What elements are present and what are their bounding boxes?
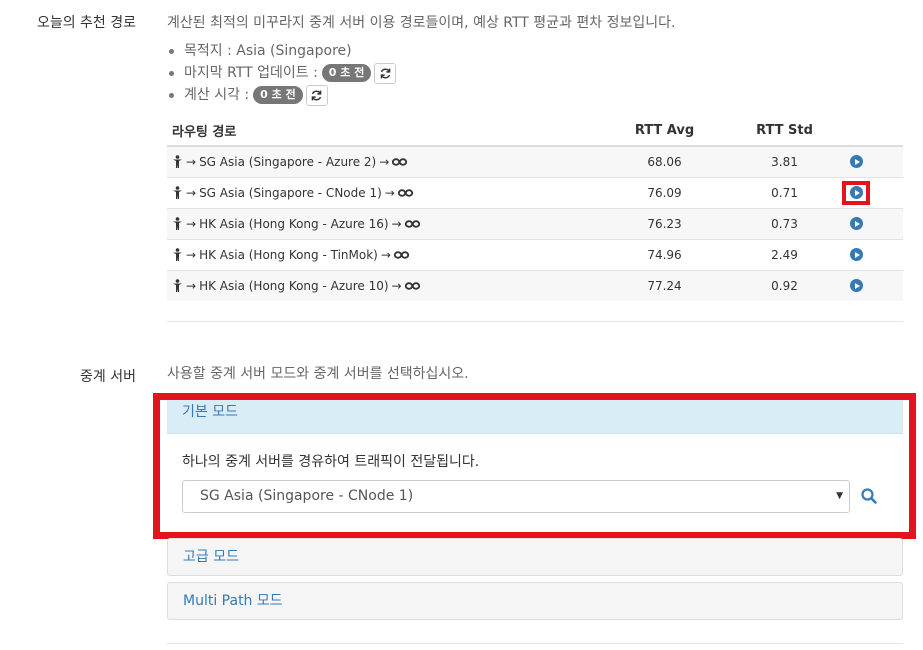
play-icon [849, 186, 863, 199]
person-icon [172, 248, 183, 261]
arrow: → [186, 154, 197, 169]
arrow: → [186, 185, 197, 200]
refresh-icon [311, 90, 322, 100]
rtt-avg-cell: 76.09 [597, 176, 727, 208]
infinity-icon [404, 219, 420, 228]
infinity-icon [404, 282, 420, 290]
section-divider [167, 321, 903, 322]
person-icon [172, 217, 183, 230]
rtt-avg-cell: 74.96 [597, 238, 727, 270]
rtt-avg-header: RTT Avg [597, 115, 727, 147]
last-update-badge: 0 초 전 [321, 64, 372, 82]
rtt-avg-cell: 77.24 [597, 269, 727, 301]
bottom-divider [167, 643, 903, 644]
play-button[interactable] [842, 274, 870, 298]
table-row: → SG Asia (Singapore - Azure 2) → 68.06 3.81 [167, 145, 903, 177]
recommend-label: 오늘의 추천 경로 [36, 15, 136, 31]
recommend-description: 계산된 최적의 미꾸라지 중계 서버 이용 경로들이며, 예상 RTT 평균과 … [167, 15, 676, 31]
rtt-avg-cell: 76.23 [597, 207, 727, 239]
rtt-std-cell: 2.49 [727, 238, 837, 270]
route-cell: → SG Asia (Singapore - CNode 1) → [167, 176, 597, 208]
infinity-icon [393, 250, 409, 259]
table-row: → SG Asia (Singapore - CNode 1) → 76.09 0.71 [167, 176, 903, 208]
arrow: → [380, 247, 391, 262]
route-name: HK Asia (Hong Kong - Azure 10) [199, 278, 389, 293]
table-row: → HK Asia (Hong Kong - TinMok) → 74.96 2.49 [167, 238, 903, 270]
play-icon [849, 279, 863, 293]
play-button[interactable] [842, 150, 870, 174]
arrow: → [186, 216, 197, 231]
route-header: 라우팅 경로 [167, 115, 597, 147]
action-cell [837, 176, 903, 208]
play-icon [849, 248, 863, 261]
play-icon [849, 217, 863, 230]
last-update-label: 마지막 RTT 업데이트 : [184, 65, 318, 81]
destination-item: 목적지 : Asia (Singapore) [167, 40, 396, 62]
calc-time-label: 계산 시각 : [184, 87, 250, 103]
action-cell [837, 269, 903, 301]
person-icon [172, 279, 183, 293]
calc-time-badge: 0 초 전 [253, 86, 303, 104]
rtt-std-cell: 0.73 [727, 207, 837, 239]
arrow: → [379, 154, 390, 169]
table-row: → HK Asia (Hong Kong - Azure 16) → 76.23 0.7… [167, 207, 903, 239]
rtt-std-cell: 3.81 [727, 145, 837, 177]
relay-label: 중계 서버 [80, 369, 136, 385]
rtt-std-header: RTT Std [727, 115, 837, 147]
route-cell: → SG Asia (Singapore - Azure 2) → [167, 145, 597, 177]
play-button[interactable] [842, 180, 870, 205]
route-info-list: 목적지 : Asia (Singapore) 마지막 RTT 업데이트 : 0 … [167, 40, 397, 106]
route-cell: → HK Asia (Hong Kong - TinMok) → [167, 238, 597, 270]
bullet [169, 92, 174, 98]
last-update-item: 마지막 RTT 업데이트 : 0 초 전 [167, 62, 397, 84]
action-cell [837, 145, 903, 177]
relay-description: 사용할 중계 서버 모드와 중계 서버를 선택하십시오. [167, 366, 469, 382]
calc-time-item: 계산 시각 : 0 초 전 [167, 84, 396, 106]
multipath-mode-panel[interactable]: Multi Path 모드 [167, 582, 903, 620]
advanced-mode-panel[interactable]: 고급 모드 [167, 538, 903, 576]
destination-text: 목적지 : Asia (Singapore) [184, 43, 352, 59]
table-header-row: 라우팅 경로 RTT Avg RTT Std [167, 115, 903, 147]
refresh-rtt-button[interactable] [374, 62, 397, 84]
routes-table: 라우팅 경로 RTT Avg RTT Std → SG Asia (Singapo… [167, 115, 903, 301]
action-cell [837, 207, 903, 239]
play-button[interactable] [842, 212, 870, 236]
bullet [169, 48, 174, 54]
arrow: → [186, 278, 197, 293]
route-name: HK Asia (Hong Kong - Azure 16) [199, 216, 389, 231]
route-name: SG Asia (Singapore - CNode 1) [199, 185, 382, 200]
play-button[interactable] [842, 243, 870, 267]
arrow: → [391, 216, 402, 231]
infinity-icon [397, 188, 413, 197]
infinity-icon [392, 158, 408, 166]
refresh-calc-button[interactable] [305, 84, 328, 106]
route-name: HK Asia (Hong Kong - TinMok) [199, 247, 378, 262]
person-icon [172, 155, 183, 169]
route-cell: → HK Asia (Hong Kong - Azure 10) → [167, 269, 597, 301]
arrow: → [186, 247, 197, 262]
play-icon [849, 155, 863, 169]
rtt-std-cell: 0.71 [727, 176, 837, 208]
bullet [169, 70, 174, 76]
refresh-icon [380, 68, 391, 78]
route-name: SG Asia (Singapore - Azure 2) [199, 154, 377, 169]
rtt-avg-cell: 68.06 [597, 145, 727, 177]
person-icon [172, 186, 183, 199]
action-header [837, 115, 903, 147]
advanced-mode-tab[interactable]: 고급 모드 [168, 539, 902, 575]
arrow: → [391, 278, 402, 293]
action-cell [837, 238, 903, 270]
arrow: → [384, 185, 395, 200]
highlight-box [153, 393, 916, 539]
multipath-mode-tab[interactable]: Multi Path 모드 [168, 583, 902, 619]
route-cell: → HK Asia (Hong Kong - Azure 16) → [167, 207, 597, 239]
table-row: → HK Asia (Hong Kong - Azure 10) → 77.24 0.9… [167, 269, 903, 301]
rtt-std-cell: 0.92 [727, 269, 837, 301]
